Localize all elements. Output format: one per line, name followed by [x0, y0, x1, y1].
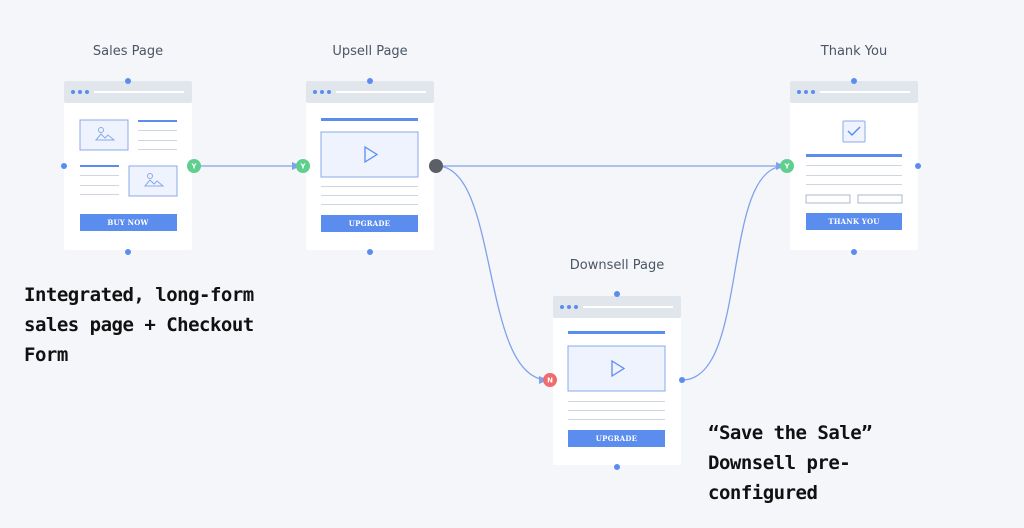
- thank-you-button-label: THANK YOU: [828, 217, 879, 226]
- sales-page-note-line: sales page + Checkout: [24, 314, 254, 336]
- sales-top-handle[interactable]: [125, 78, 131, 84]
- sales-left-handle[interactable]: [61, 163, 67, 169]
- sales-page-card[interactable]: BUY NOW: [64, 81, 192, 250]
- upsell-bottom-handle[interactable]: [367, 249, 373, 255]
- downsell-right-handle[interactable]: [679, 377, 685, 383]
- video-play-icon: [567, 345, 666, 392]
- downsell-page-title: Downsell Page: [569, 258, 665, 273]
- thankyou-top-handle[interactable]: [851, 78, 857, 84]
- port-upsell-neutral-out[interactable]: [429, 159, 443, 173]
- checkbox-check-icon: [842, 120, 866, 143]
- port-upsell-yes-in[interactable]: Y: [296, 159, 310, 173]
- downsell-note: “Save the Sale” Downsell pre- configured: [708, 418, 873, 508]
- connector-upsell-to-downsell[interactable]: [436, 165, 549, 381]
- thank-you-card[interactable]: THANK YOU: [790, 81, 918, 250]
- image-placeholder-icon: [79, 119, 129, 151]
- upsell-page-title: Upsell Page: [332, 44, 408, 59]
- sales-page-note: Integrated, long-form sales page + Check…: [24, 280, 254, 370]
- downsell-top-handle[interactable]: [614, 291, 620, 297]
- connectors: [197, 165, 786, 381]
- thank-you-title: Thank You: [820, 44, 888, 59]
- connector-downsell-to-thankyou[interactable]: [681, 165, 786, 381]
- upsell-top-handle[interactable]: [367, 78, 373, 84]
- downsell-note-line: Downsell pre-: [708, 452, 851, 474]
- port-sales-yes[interactable]: Y: [187, 159, 201, 173]
- buy-now-button-label: BUY NOW: [107, 218, 148, 227]
- sales-page-title: Sales Page: [92, 44, 164, 59]
- thankyou-bottom-handle[interactable]: [851, 249, 857, 255]
- thankyou-right-handle[interactable]: [915, 163, 921, 169]
- downsell-page-card[interactable]: UPGRADE: [553, 296, 681, 465]
- sales-page-note-line: Integrated, long-form: [24, 284, 254, 306]
- downsell-upgrade-button-label: UPGRADE: [596, 434, 637, 443]
- downsell-note-line: “Save the Sale”: [708, 422, 873, 444]
- video-play-icon: [320, 131, 419, 178]
- port-upsell-yes-in-label: Y: [299, 163, 306, 171]
- port-thankyou-yes-in[interactable]: Y: [780, 159, 794, 173]
- downsell-note-line: configured: [708, 482, 818, 504]
- sales-bottom-handle[interactable]: [125, 249, 131, 255]
- image-placeholder-icon: [128, 165, 178, 197]
- port-thankyou-yes-in-label: Y: [783, 163, 790, 171]
- sales-page-note-line: Form: [24, 344, 68, 366]
- port-sales-yes-label: Y: [190, 163, 197, 171]
- downsell-bottom-handle[interactable]: [614, 464, 620, 470]
- port-downsell-no-in[interactable]: N: [543, 373, 557, 387]
- upgrade-button-label: UPGRADE: [349, 219, 390, 228]
- port-downsell-no-in-label: N: [547, 377, 553, 385]
- upsell-page-card[interactable]: UPGRADE: [306, 81, 434, 250]
